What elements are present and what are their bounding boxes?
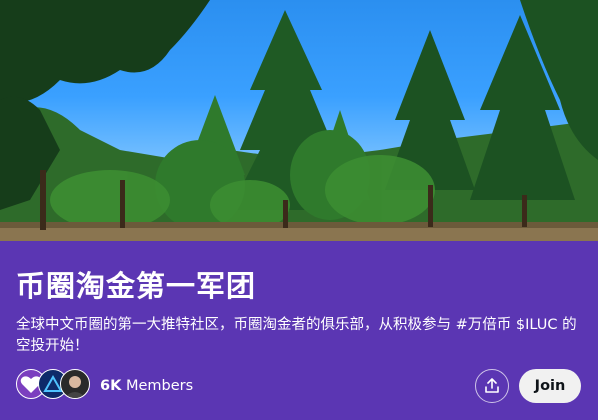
join-button[interactable]: Join <box>519 369 581 403</box>
community-info-panel: 币圈淘金第一军团 全球中文币圈的第一大推特社区，币圈淘金者的俱乐部，从积极参与 … <box>0 241 598 420</box>
member-count-value: 6K <box>100 378 122 394</box>
forest-illustration <box>0 0 598 241</box>
member-count-label: Members <box>125 378 194 394</box>
share-upload-icon <box>485 378 499 393</box>
community-description: 全球中文币圈的第一大推特社区，币圈淘金者的俱乐部，从积极参与 #万倍币 $ILU… <box>16 317 577 354</box>
member-avatars[interactable] <box>16 369 106 401</box>
community-banner-image <box>0 0 598 241</box>
avatar <box>60 369 90 399</box>
community-title: 币圈淘金第一军团 <box>16 269 257 303</box>
community-card: 币圈淘金第一军团 全球中文币圈的第一大推特社区，币圈淘金者的俱乐部，从积极参与 … <box>0 0 598 420</box>
member-count: 6K Members <box>100 378 193 394</box>
person-photo-icon <box>64 376 86 398</box>
share-button[interactable] <box>475 369 509 403</box>
